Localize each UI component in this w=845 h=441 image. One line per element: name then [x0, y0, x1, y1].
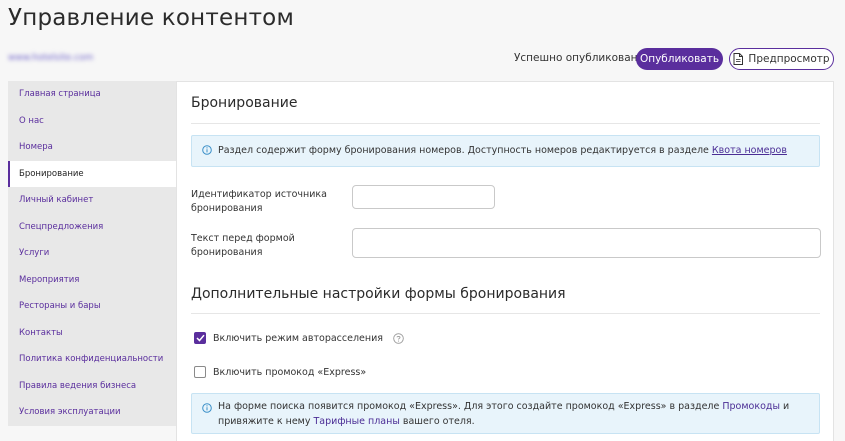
sidebar-item-label: Главная страница	[19, 89, 101, 99]
sidebar-item-restaurants[interactable]: Рестораны и бары	[8, 293, 176, 319]
info-box-text: Раздел содержит форму бронирования номер…	[218, 145, 712, 156]
sidebar-item-label: О нас	[19, 115, 44, 126]
sidebar-item-rooms[interactable]: Номера	[8, 134, 176, 160]
sidebar-item-contacts[interactable]: Контакты	[8, 320, 176, 346]
sidebar-item-label: Политика конфиденциальности	[19, 354, 164, 364]
sidebar-item-about[interactable]: О нас	[8, 108, 176, 134]
express-checkbox-row[interactable]: Включить промокод «Express»	[194, 366, 366, 378]
text-before-form-input[interactable]	[352, 228, 821, 258]
sidebar-item-label: Номера	[19, 142, 53, 152]
sidebar: Главная страница О нас Номера Бронирован…	[8, 81, 177, 426]
room-quota-link[interactable]: Квота номеров	[712, 145, 787, 156]
sidebar-item-services[interactable]: Услуги	[8, 240, 176, 266]
sidebar-item-label: Контакты	[19, 327, 63, 338]
autoassign-checkbox[interactable]	[194, 332, 206, 344]
express-checkbox[interactable]	[194, 366, 206, 378]
question-circle-icon[interactable]	[393, 332, 404, 344]
sidebar-item-label: Рестораны и бары	[19, 301, 101, 311]
info-circle-icon	[202, 145, 212, 155]
checkmark-icon	[195, 334, 205, 342]
sidebar-item-account[interactable]: Личный кабинет	[8, 187, 176, 213]
info-box-text: вашего отеля.	[399, 416, 475, 427]
sidebar-item-privacy[interactable]: Политика конфиденциальности	[8, 346, 176, 372]
sidebar-item-label: Правила ведения бизнеса	[19, 380, 137, 391]
sidebar-item-label: Мероприятия	[19, 274, 80, 285]
text-before-form-label: Текст перед формой бронирования	[191, 233, 295, 258]
content-management-page: Управление контентом www.hotelsite.com У…	[0, 0, 845, 441]
sidebar-item-home[interactable]: Главная страница	[8, 81, 176, 107]
sidebar-item-label: Услуги	[19, 248, 50, 258]
main-panel: Бронирование Раздел содержит форму брони…	[176, 81, 834, 441]
sidebar-item-terms[interactable]: Условия эксплуатации	[8, 399, 176, 425]
preview-button[interactable]: Предпросмотр	[729, 48, 834, 70]
publish-status: Успешно опубликовано	[514, 52, 644, 64]
express-label: Включить промокод «Express»	[213, 366, 367, 378]
rate-plans-link[interactable]: Тарифные планы	[313, 416, 399, 427]
sidebar-item-business-rules[interactable]: Правила ведения бизнеса	[8, 373, 176, 399]
site-link[interactable]: www.hotelsite.com	[8, 53, 93, 63]
source-id-input[interactable]	[352, 185, 495, 209]
info-circle-icon	[202, 403, 212, 413]
autoassign-checkbox-row[interactable]: Включить режим авторасселения	[194, 332, 404, 344]
autoassign-label: Включить режим авторасселения	[213, 332, 383, 344]
preview-button-label: Предпросмотр	[748, 53, 830, 65]
sidebar-item-label: Условия эксплуатации	[19, 407, 121, 417]
sidebar-item-label: Спецпредложения	[19, 221, 104, 232]
extra-settings-title: Дополнительные настройки формы бронирова…	[191, 286, 566, 302]
promocodes-link[interactable]: Промокоды	[722, 401, 780, 412]
sidebar-item-label: Личный кабинет	[19, 195, 94, 205]
info-box-booking: Раздел содержит форму бронирования номер…	[191, 135, 820, 167]
info-box-express: На форме поиска появится промокод «Expre…	[191, 393, 820, 434]
publish-button[interactable]: Опубликовать	[636, 48, 723, 70]
page-title: Управление контентом	[8, 5, 295, 31]
sidebar-item-booking[interactable]: Бронирование	[8, 161, 177, 187]
sidebar-item-offers[interactable]: Спецпредложения	[8, 214, 176, 240]
sidebar-item-events[interactable]: Мероприятия	[8, 267, 176, 293]
sidebar-item-label: Бронирование	[19, 169, 84, 179]
section-title: Бронирование	[191, 95, 298, 111]
source-id-label: Идентификатор источника бронирования	[191, 189, 327, 214]
section-divider	[191, 313, 820, 314]
info-box-text: На форме поиска появится промокод «Expre…	[218, 401, 723, 412]
publish-button-label: Опубликовать	[639, 53, 720, 65]
section-divider	[191, 123, 820, 124]
document-icon	[733, 53, 744, 65]
